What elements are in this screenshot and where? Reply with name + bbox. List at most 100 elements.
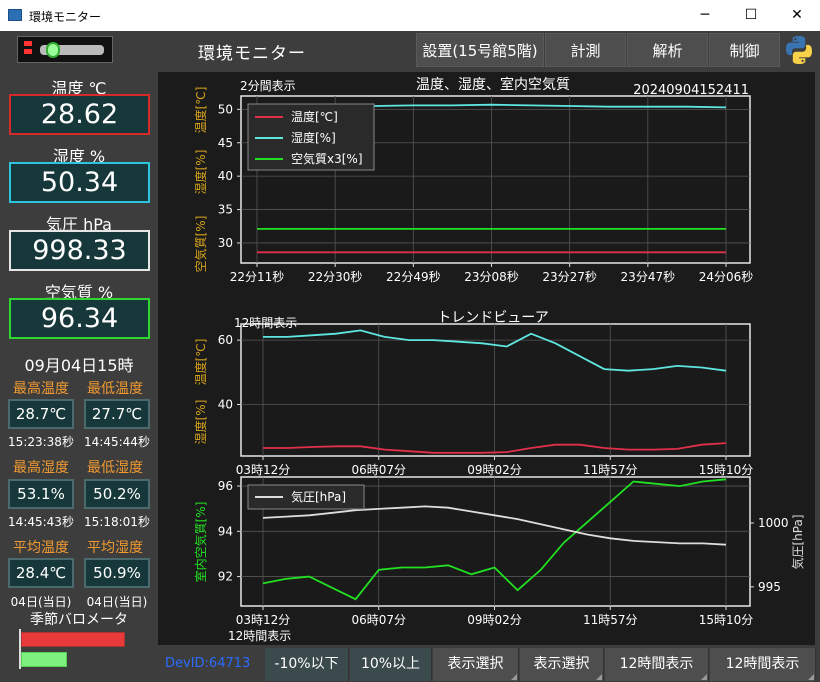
air-quality-value: 96.34 <box>9 298 150 339</box>
setup-button[interactable]: 設置(15号館5階) <box>416 33 544 67</box>
y-axis-label-air: 空気質[%] <box>193 216 208 273</box>
x-tick-label: 09時02分 <box>467 463 522 477</box>
twelve-hour-button-2[interactable]: 12時間表示 <box>710 648 816 681</box>
y-tick-label: 45 <box>218 136 233 150</box>
y-tick-label: 92 <box>218 570 233 584</box>
app-title: 環境モニター <box>198 44 306 64</box>
minus-10-button[interactable]: -10%以下 <box>265 648 349 681</box>
legend-label: 空気質x3[%] <box>291 151 363 166</box>
y-tick-label: 35 <box>218 203 233 217</box>
min-temp-value: 27.7℃ <box>84 399 150 429</box>
y-axis-label-temp: 温度[℃] <box>193 87 208 134</box>
season-bar-cool <box>21 652 67 667</box>
legend-label: 湿度[%] <box>291 130 336 145</box>
max-temp-value: 28.7℃ <box>8 399 74 429</box>
sensor-logo-icon <box>17 36 113 63</box>
avg-humidity-note: 04日(当日) <box>86 595 148 609</box>
chart-subtitle: 12時間表示 <box>234 316 297 330</box>
min-temp-label: 最低温度 <box>87 381 143 397</box>
x-tick-label: 06時07分 <box>351 463 406 477</box>
analysis-button[interactable]: 解析 <box>627 33 708 67</box>
max-humidity-label: 最高湿度 <box>13 460 69 476</box>
avg-temp-label: 平均温度 <box>13 540 69 556</box>
y2-tick-label: 995 <box>758 580 781 594</box>
close-button[interactable]: ✕ <box>774 0 820 31</box>
max-temp-time: 15:23:38秒 <box>8 435 74 449</box>
y-axis-label-humidity: 湿度[%] <box>193 150 208 195</box>
x-tick-label: 23分47秒 <box>621 270 676 284</box>
display-select-label-1: 表示選択 <box>447 656 504 672</box>
x-tick-label: 15時10分 <box>699 463 754 477</box>
current-date-hour: 09月04日15時 <box>24 356 134 375</box>
app-icon <box>8 9 22 21</box>
charts-svg: 22分11秒 22分30秒 22分49秒 23分08秒 23分27秒 23分47秒 24分0… <box>193 76 805 643</box>
chart-subtitle: 2分間表示 <box>240 79 296 93</box>
plus-10-button[interactable]: 10%以上 <box>350 648 432 681</box>
x-tick-label: 06時07分 <box>351 613 406 627</box>
avg-humidity-label: 平均湿度 <box>87 540 143 556</box>
dropdown-corner-icon <box>511 674 517 680</box>
chart-title: 温度、湿度、室内空気質 <box>416 76 570 93</box>
x-tick-label: 09時02分 <box>467 613 522 627</box>
min-humidity-label: 最低湿度 <box>87 460 143 476</box>
python-icon[interactable] <box>783 34 815 66</box>
y-tick-label: 40 <box>218 397 233 411</box>
device-id: DevID:64713 <box>165 656 251 671</box>
twelve-hour-button-1[interactable]: 12時間表示 <box>605 648 709 681</box>
plot-frame <box>240 323 751 457</box>
max-humidity-value: 53.1% <box>8 479 74 509</box>
measure-button[interactable]: 計測 <box>545 33 626 67</box>
legend-label: 気圧[hPa] <box>291 489 346 504</box>
display-select-button-2[interactable]: 表示選択 <box>520 648 604 681</box>
humidity-value: 50.34 <box>9 162 150 203</box>
maximize-button[interactable]: ☐ <box>728 0 774 31</box>
y-axis-label-temp: 温度[℃] <box>193 339 208 386</box>
avg-temp-note: 04日(当日) <box>10 595 72 609</box>
dropdown-corner-icon <box>701 674 707 680</box>
y-axis-label-humidity: 湿度[%] <box>193 400 208 445</box>
y-tick-label: 94 <box>218 524 233 538</box>
y-tick-label: 30 <box>218 236 233 250</box>
min-humidity-time: 15:18:01秒 <box>84 515 150 529</box>
control-button[interactable]: 制御 <box>709 33 780 67</box>
pressure-value: 998.33 <box>9 230 150 271</box>
min-temp-time: 14:45:44秒 <box>84 435 150 449</box>
dropdown-corner-icon <box>596 674 602 680</box>
y-tick-label: 50 <box>218 102 233 116</box>
x-tick-label: 23分08秒 <box>464 270 519 284</box>
dropdown-corner-icon <box>808 674 814 680</box>
x-tick-label: 22分49秒 <box>386 270 441 284</box>
legend-label: 温度[℃] <box>291 109 338 124</box>
title-bar: 環境モニター ─ ☐ ✕ <box>0 0 820 31</box>
min-humidity-value: 50.2% <box>84 479 150 509</box>
y-tick-label: 40 <box>218 169 233 183</box>
y-tick-label: 60 <box>218 333 233 347</box>
x-tick-label: 22分11秒 <box>230 270 285 284</box>
x-tick-label: 11時57分 <box>583 463 638 477</box>
twelve-hour-label-2: 12時間表示 <box>725 656 800 672</box>
avg-temp-value: 28.4℃ <box>8 558 74 588</box>
season-bar-hot <box>21 632 125 647</box>
x-tick-label: 22分30秒 <box>308 270 363 284</box>
x-tick-label: 24分06秒 <box>699 270 754 284</box>
y2-axis-label-pressure: 気圧[hPa] <box>790 514 805 569</box>
chart-title: トレンドビューア <box>437 310 548 326</box>
x-tick-label: 23分27秒 <box>542 270 597 284</box>
window-title: 環境モニター <box>29 10 102 24</box>
display-select-label-2: 表示選択 <box>533 656 590 672</box>
y-axis-label-air: 室内空気質[%] <box>193 502 208 583</box>
max-humidity-time: 14:45:43秒 <box>8 515 74 529</box>
max-temp-label: 最高温度 <box>13 381 69 397</box>
chart-subtitle-bottom: 12時間表示 <box>228 629 291 643</box>
y-tick-label: 96 <box>218 479 233 493</box>
minimize-button[interactable]: ─ <box>682 0 728 31</box>
x-tick-label: 11時57分 <box>583 613 638 627</box>
season-barometer-label: 季節バロメータ <box>30 612 128 628</box>
x-tick-label: 03時12分 <box>236 463 291 477</box>
display-select-button-1[interactable]: 表示選択 <box>433 648 519 681</box>
y2-tick-label: 1000 <box>758 516 789 530</box>
avg-humidity-value: 50.9% <box>84 558 150 588</box>
x-tick-label: 03時12分 <box>236 613 291 627</box>
temperature-value: 28.62 <box>9 94 150 135</box>
chart-timestamp: 20240904152411 <box>633 83 749 98</box>
